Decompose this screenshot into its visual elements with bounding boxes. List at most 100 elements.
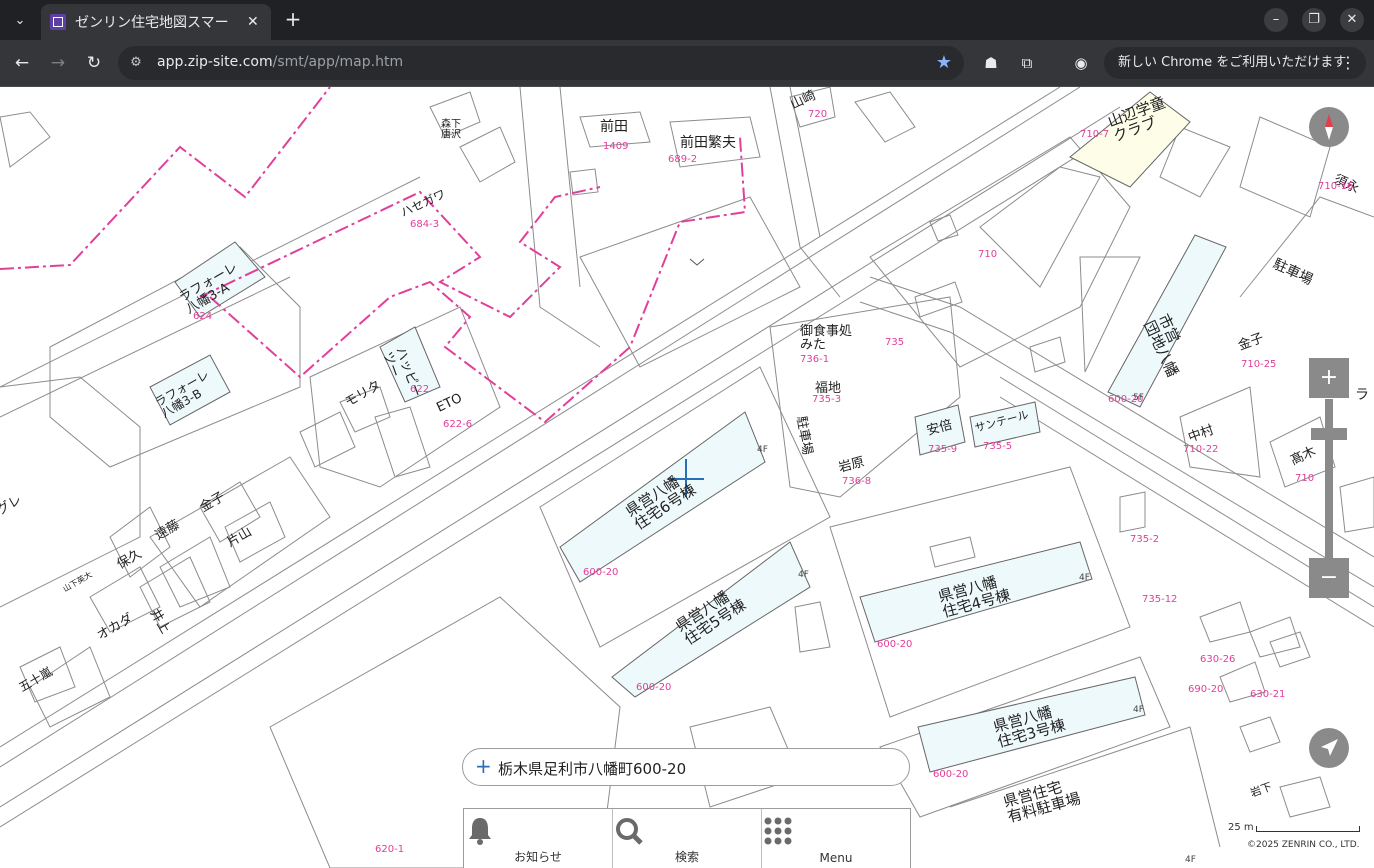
plus-icon: + <box>1319 365 1339 390</box>
label-chushajo2: 駐車場 <box>793 415 815 456</box>
label-iwashita: 岩下 <box>1248 779 1273 800</box>
num-hasegawa: 684-3 <box>410 219 439 230</box>
label-igarashi: 五十嵐 <box>17 664 55 694</box>
browser-toolbar: ← → ↻ ⚙ app.zip-site.com/smt/app/map.htm… <box>0 40 1374 87</box>
puzzle-icon[interactable]: ⧉ <box>1016 52 1038 74</box>
num-735-2: 735-2 <box>1130 534 1159 545</box>
num-maeda: 1409 <box>603 141 628 152</box>
label-yamashita: 山下英大 <box>61 569 94 594</box>
search-icon <box>616 818 643 845</box>
scale-label: 25 m <box>1228 822 1254 833</box>
num-nakamura: 710-22 <box>1183 444 1218 455</box>
bookmark-star-icon[interactable]: ★ <box>936 52 952 73</box>
num-fukuchi: 735-3 <box>812 394 841 405</box>
num-710: 710 <box>978 249 997 260</box>
active-tab[interactable]: ゼンリン住宅地図スマー ✕ <box>41 4 271 40</box>
num-eto: 622-6 <box>443 419 472 430</box>
extension-icon[interactable]: ☗ <box>980 52 1002 74</box>
label-inoue: 井上 <box>147 607 173 637</box>
compass-button[interactable] <box>1309 107 1349 147</box>
zoom-out-button[interactable]: − <box>1309 558 1349 598</box>
num-620: 620-1 <box>375 844 404 855</box>
url-text[interactable]: app.zip-site.com/smt/app/map.htm <box>157 54 403 70</box>
search-button[interactable]: 検索 <box>613 809 762 868</box>
num-happy: 622 <box>410 384 429 395</box>
close-icon[interactable]: ✕ <box>247 14 259 30</box>
label-morita: モリタ <box>343 378 384 410</box>
label-takano: 髙木 <box>1288 443 1318 468</box>
menu-button[interactable]: Menu <box>762 809 910 868</box>
chevron-down-icon <box>689 258 705 266</box>
map-canvas[interactable]: 前田 前田繁夫 山崎 山辺学童クラブ 須永 駐車場 市営団地八幡 金子 ハセガワ… <box>0 87 1374 868</box>
zoom-slider-handle[interactable] <box>1311 428 1347 440</box>
notice-button[interactable]: お知らせ <box>464 809 613 868</box>
label-nakamura: 中村 <box>1186 423 1216 446</box>
floor-kenei3: 4F <box>1133 705 1144 715</box>
compass-icon <box>1325 114 1333 140</box>
num-kaneko: 710-25 <box>1241 359 1276 370</box>
reload-button[interactable]: ↻ <box>82 51 106 75</box>
label-iwahara: 岩原 <box>837 455 866 476</box>
floor-kenei6: 4F <box>757 445 768 455</box>
chevron-down-icon: ⌄ <box>14 12 26 28</box>
bell-icon <box>469 818 491 845</box>
num-suntail: 735-5 <box>983 441 1012 452</box>
num-735-12: 735-12 <box>1142 594 1177 605</box>
label-hasegawa: ハセガワ <box>398 187 447 220</box>
back-button[interactable]: ← <box>10 51 34 75</box>
bottom-menu: お知らせ 検索 Menu <box>463 808 911 868</box>
floor-kenei5: 4F <box>798 570 809 580</box>
plus-icon: + <box>475 754 492 778</box>
floor-danchi: 5F <box>1133 393 1144 403</box>
num-690: 690-20 <box>1188 684 1223 695</box>
forward-button[interactable]: → <box>46 51 70 75</box>
more-menu-icon[interactable]: ⋮ <box>1340 47 1356 79</box>
num-yamazaki: 720 <box>808 109 827 120</box>
new-tab-button[interactable]: + <box>281 8 305 32</box>
label-mitate: 御食事処みた <box>800 323 852 353</box>
current-location-button[interactable] <box>1309 728 1349 768</box>
num-laforet-a: 624 <box>193 311 212 322</box>
num-sugawa: 710-16 <box>1318 181 1353 192</box>
site-info-icon[interactable]: ⚙ <box>128 55 144 71</box>
zoom-in-button[interactable]: + <box>1309 358 1349 398</box>
label-parking-paid: 県営住宅有料駐車場 <box>1001 774 1082 826</box>
num-735: 735 <box>885 337 904 348</box>
num-kenei4: 600-20 <box>877 639 912 650</box>
num-mitate: 736-1 <box>800 354 829 365</box>
num-iwahara: 736-8 <box>842 476 871 487</box>
label-maeda-shigeo: 前田繁夫 <box>680 134 736 151</box>
floor-kenei4: 4F <box>1079 573 1090 583</box>
restore-button[interactable]: ❐ <box>1302 8 1326 32</box>
minimize-button[interactable]: – <box>1264 8 1288 32</box>
zoom-slider-track[interactable] <box>1325 399 1333 558</box>
zenrin-favicon-icon <box>50 14 66 30</box>
num-maeda-shigeo: 689-2 <box>668 154 697 165</box>
label-morishita: 森下唐沢 <box>441 117 461 141</box>
address-bar[interactable]: ⚙ app.zip-site.com/smt/app/map.htm ★ <box>118 46 964 80</box>
address-display[interactable]: + 栃木県足利市八幡町600-20 <box>462 748 910 786</box>
browser-tabstrip: ⌄ ゼンリン住宅地図スマー ✕ + – ❐ ✕ <box>0 0 1374 40</box>
copyright: ©2025 ZENRIN CO., LTD. <box>1247 840 1360 850</box>
label-guret: グレ <box>0 492 25 518</box>
location-arrow-icon <box>1321 739 1338 756</box>
profile-icon[interactable]: ◉ <box>1070 52 1092 74</box>
label-kaneko: 金子 <box>1236 330 1266 354</box>
tab-title: ゼンリン住宅地図スマー <box>75 15 229 31</box>
num-630: 630-26 <box>1200 654 1235 665</box>
num-takano: 710 <box>1295 473 1314 484</box>
label-maeda: 前田 <box>600 118 628 135</box>
label-katayama: 片山 <box>225 524 255 550</box>
label-eto: ETO <box>434 391 464 416</box>
close-window-button[interactable]: ✕ <box>1340 8 1364 32</box>
minus-icon: − <box>1319 565 1339 590</box>
num-abe: 735-9 <box>928 444 957 455</box>
num-yamabe: 710-7 <box>1080 129 1109 140</box>
chrome-update-button[interactable]: 新しい Chrome をご利用いただけます ⋮ <box>1104 47 1366 79</box>
label-chushajo1: 駐車場 <box>1270 255 1315 288</box>
num-kenei5: 600-20 <box>636 682 671 693</box>
num-kenei3: 600-20 <box>933 769 968 780</box>
num-kenei6: 600-20 <box>583 567 618 578</box>
label-hoshino: 保久 <box>115 546 145 572</box>
tab-search-button[interactable]: ⌄ <box>6 6 34 34</box>
